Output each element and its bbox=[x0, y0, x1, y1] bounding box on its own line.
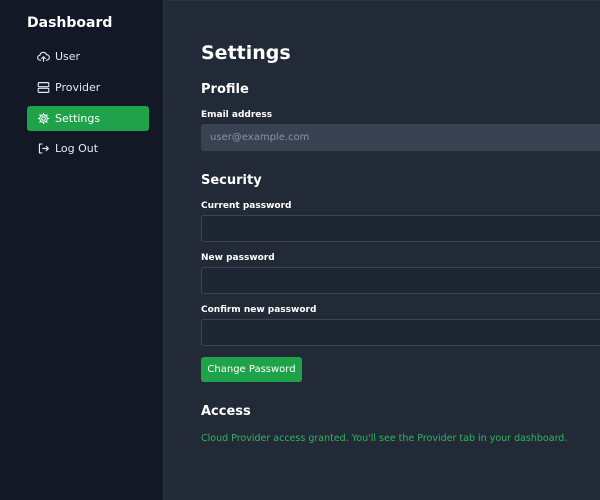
new-password-field[interactable] bbox=[201, 267, 600, 294]
cloud-upload-icon bbox=[37, 50, 50, 63]
page-title: Settings bbox=[201, 42, 291, 64]
sidebar-item-provider[interactable]: Provider bbox=[27, 75, 149, 100]
email-label: Email address bbox=[201, 110, 273, 120]
confirm-password-label: Confirm new password bbox=[201, 305, 317, 315]
profile-heading: Profile bbox=[201, 82, 249, 97]
sidebar-item-logout[interactable]: Log Out bbox=[27, 136, 149, 161]
sidebar-title: Dashboard bbox=[27, 15, 113, 31]
server-icon bbox=[37, 81, 50, 94]
sidebar-item-label: User bbox=[55, 50, 81, 63]
new-password-label: New password bbox=[201, 253, 275, 263]
sidebar-item-user[interactable]: User bbox=[27, 44, 149, 69]
access-heading: Access bbox=[201, 404, 251, 419]
main-content: Settings Profile Email address Security … bbox=[165, 0, 600, 500]
app: Dashboard User Provider Settings Log Out… bbox=[0, 0, 600, 500]
current-password-field[interactable] bbox=[201, 215, 600, 242]
sidebar-item-settings[interactable]: Settings bbox=[27, 106, 149, 131]
security-heading: Security bbox=[201, 173, 262, 188]
change-password-button[interactable]: Change Password bbox=[201, 357, 302, 382]
access-status-message: Cloud Provider access granted. You'll se… bbox=[201, 433, 568, 444]
sidebar: Dashboard User Provider Settings Log Out bbox=[0, 0, 164, 500]
gear-icon bbox=[37, 112, 50, 125]
sidebar-item-label: Provider bbox=[55, 81, 101, 94]
current-password-label: Current password bbox=[201, 201, 292, 211]
confirm-password-field[interactable] bbox=[201, 319, 600, 346]
email-field[interactable] bbox=[201, 124, 600, 151]
logout-icon bbox=[37, 142, 50, 155]
sidebar-item-label: Settings bbox=[55, 112, 101, 125]
sidebar-item-label: Log Out bbox=[55, 142, 99, 155]
